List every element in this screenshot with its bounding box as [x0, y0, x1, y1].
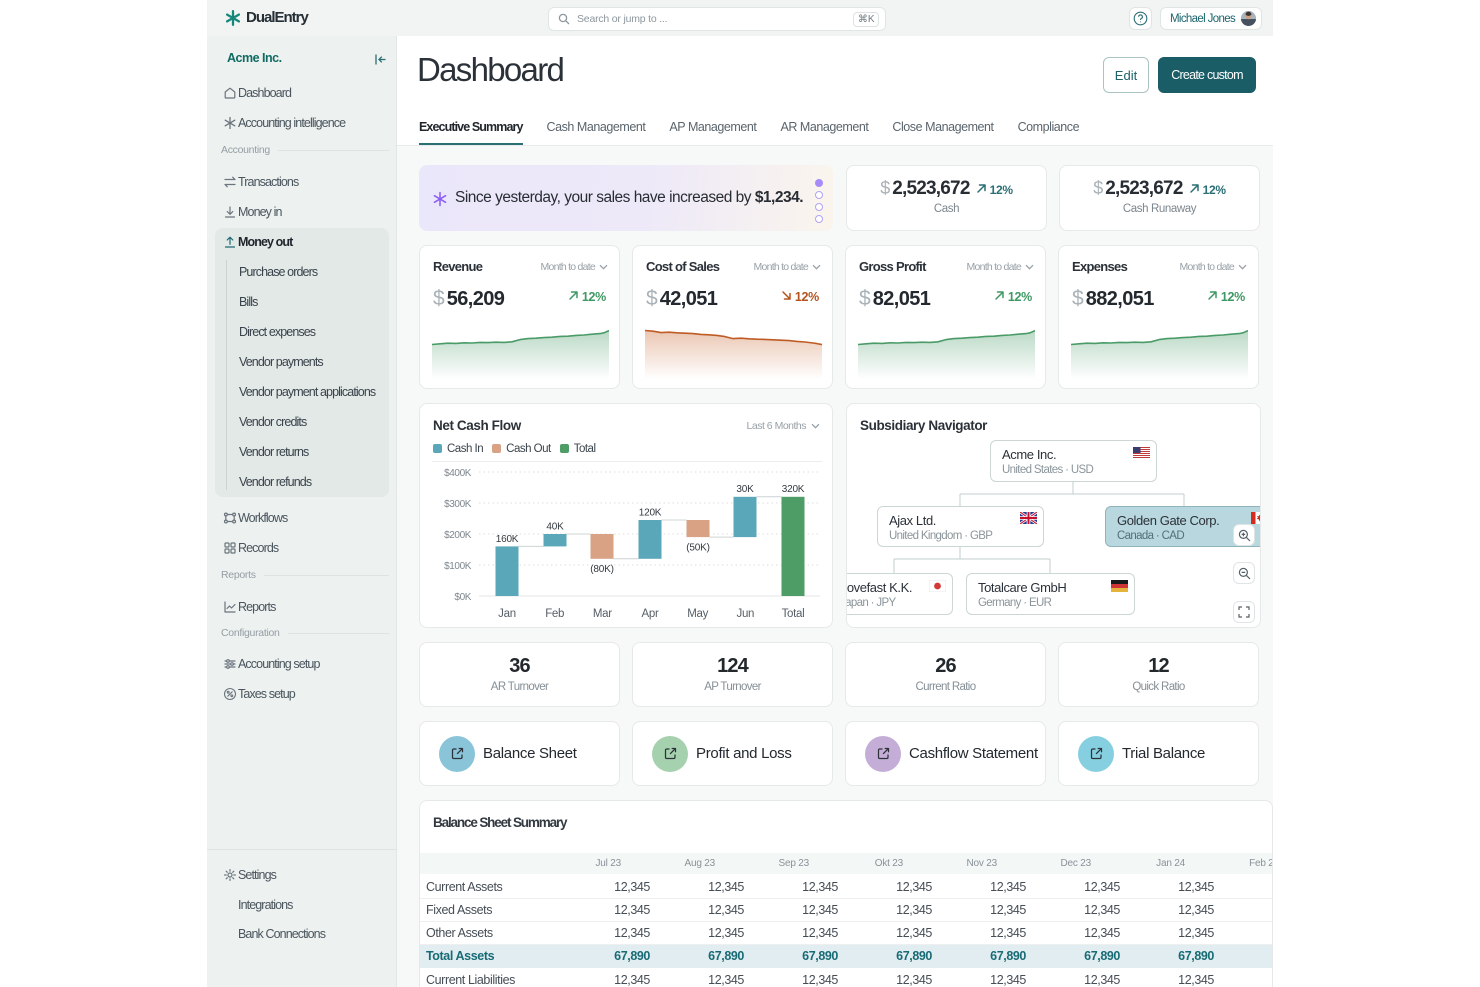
svg-text:160K: 160K: [496, 534, 519, 545]
svg-text:120K: 120K: [639, 508, 662, 519]
svg-text:Total: Total: [782, 608, 805, 620]
svg-text:Mar: Mar: [593, 608, 612, 620]
svg-text:$0K: $0K: [454, 592, 471, 603]
svg-text:(50K): (50K): [686, 543, 709, 554]
svg-text:(80K): (80K): [590, 564, 613, 575]
svg-text:Apr: Apr: [642, 608, 659, 620]
svg-text:Jan: Jan: [498, 608, 516, 620]
svg-text:$200K: $200K: [444, 530, 472, 541]
svg-text:$100K: $100K: [444, 561, 472, 572]
svg-text:May: May: [687, 608, 708, 620]
svg-text:320K: 320K: [782, 484, 805, 495]
svg-text:30K: 30K: [736, 484, 754, 495]
svg-text:Feb: Feb: [545, 608, 564, 620]
svg-text:40K: 40K: [546, 522, 564, 533]
svg-text:Jun: Jun: [737, 608, 755, 620]
svg-text:$400K: $400K: [444, 468, 472, 479]
svg-text:$300K: $300K: [444, 499, 472, 510]
